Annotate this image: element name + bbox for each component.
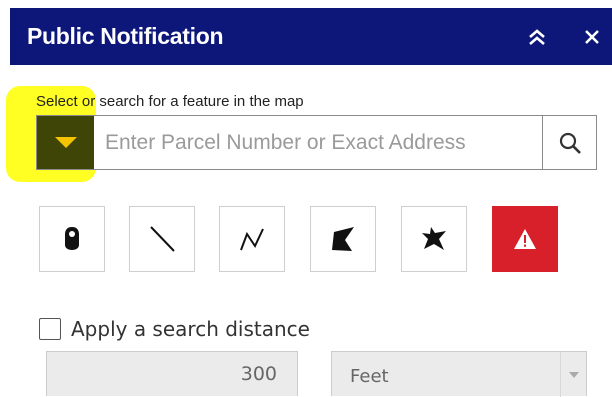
draw-line-button[interactable] (129, 206, 195, 272)
select-arrow (560, 352, 586, 397)
distance-input[interactable] (46, 351, 298, 396)
search-source-dropdown-button[interactable] (37, 116, 94, 169)
distance-unit-value: Feet (350, 366, 389, 387)
magnifier-icon (559, 132, 581, 154)
draw-polygon-button[interactable] (310, 206, 376, 272)
collapse-button[interactable] (522, 22, 552, 52)
draw-polyline-button[interactable] (219, 206, 285, 272)
search-prompt: Select or search for a feature in the ma… (36, 93, 304, 110)
search-bar (36, 115, 597, 170)
panel-title: Public Notification (27, 23, 224, 49)
search-distance-checkbox[interactable] (39, 318, 61, 340)
close-icon (585, 30, 599, 44)
panel-header: Public Notification (10, 8, 612, 65)
double-chevron-up-icon (529, 29, 545, 45)
caret-down-icon (54, 136, 77, 148)
search-distance-row: Apply a search distance (39, 316, 310, 342)
point-pin-icon (65, 227, 79, 250)
draw-point-button[interactable] (39, 206, 105, 272)
freehand-polygon-icon (422, 227, 446, 250)
close-button[interactable] (577, 22, 607, 52)
polyline-icon (240, 228, 264, 251)
warning-icon (514, 229, 536, 249)
search-button[interactable] (542, 116, 596, 169)
line-icon (150, 226, 175, 252)
chevron-down-icon (568, 371, 579, 378)
clear-drawing-button[interactable] (492, 206, 558, 272)
polygon-icon (332, 227, 354, 251)
draw-freehand-button[interactable] (401, 206, 467, 272)
search-input[interactable] (95, 116, 542, 169)
distance-unit-select[interactable]: Feet (331, 351, 587, 397)
search-distance-label[interactable]: Apply a search distance (71, 317, 310, 341)
